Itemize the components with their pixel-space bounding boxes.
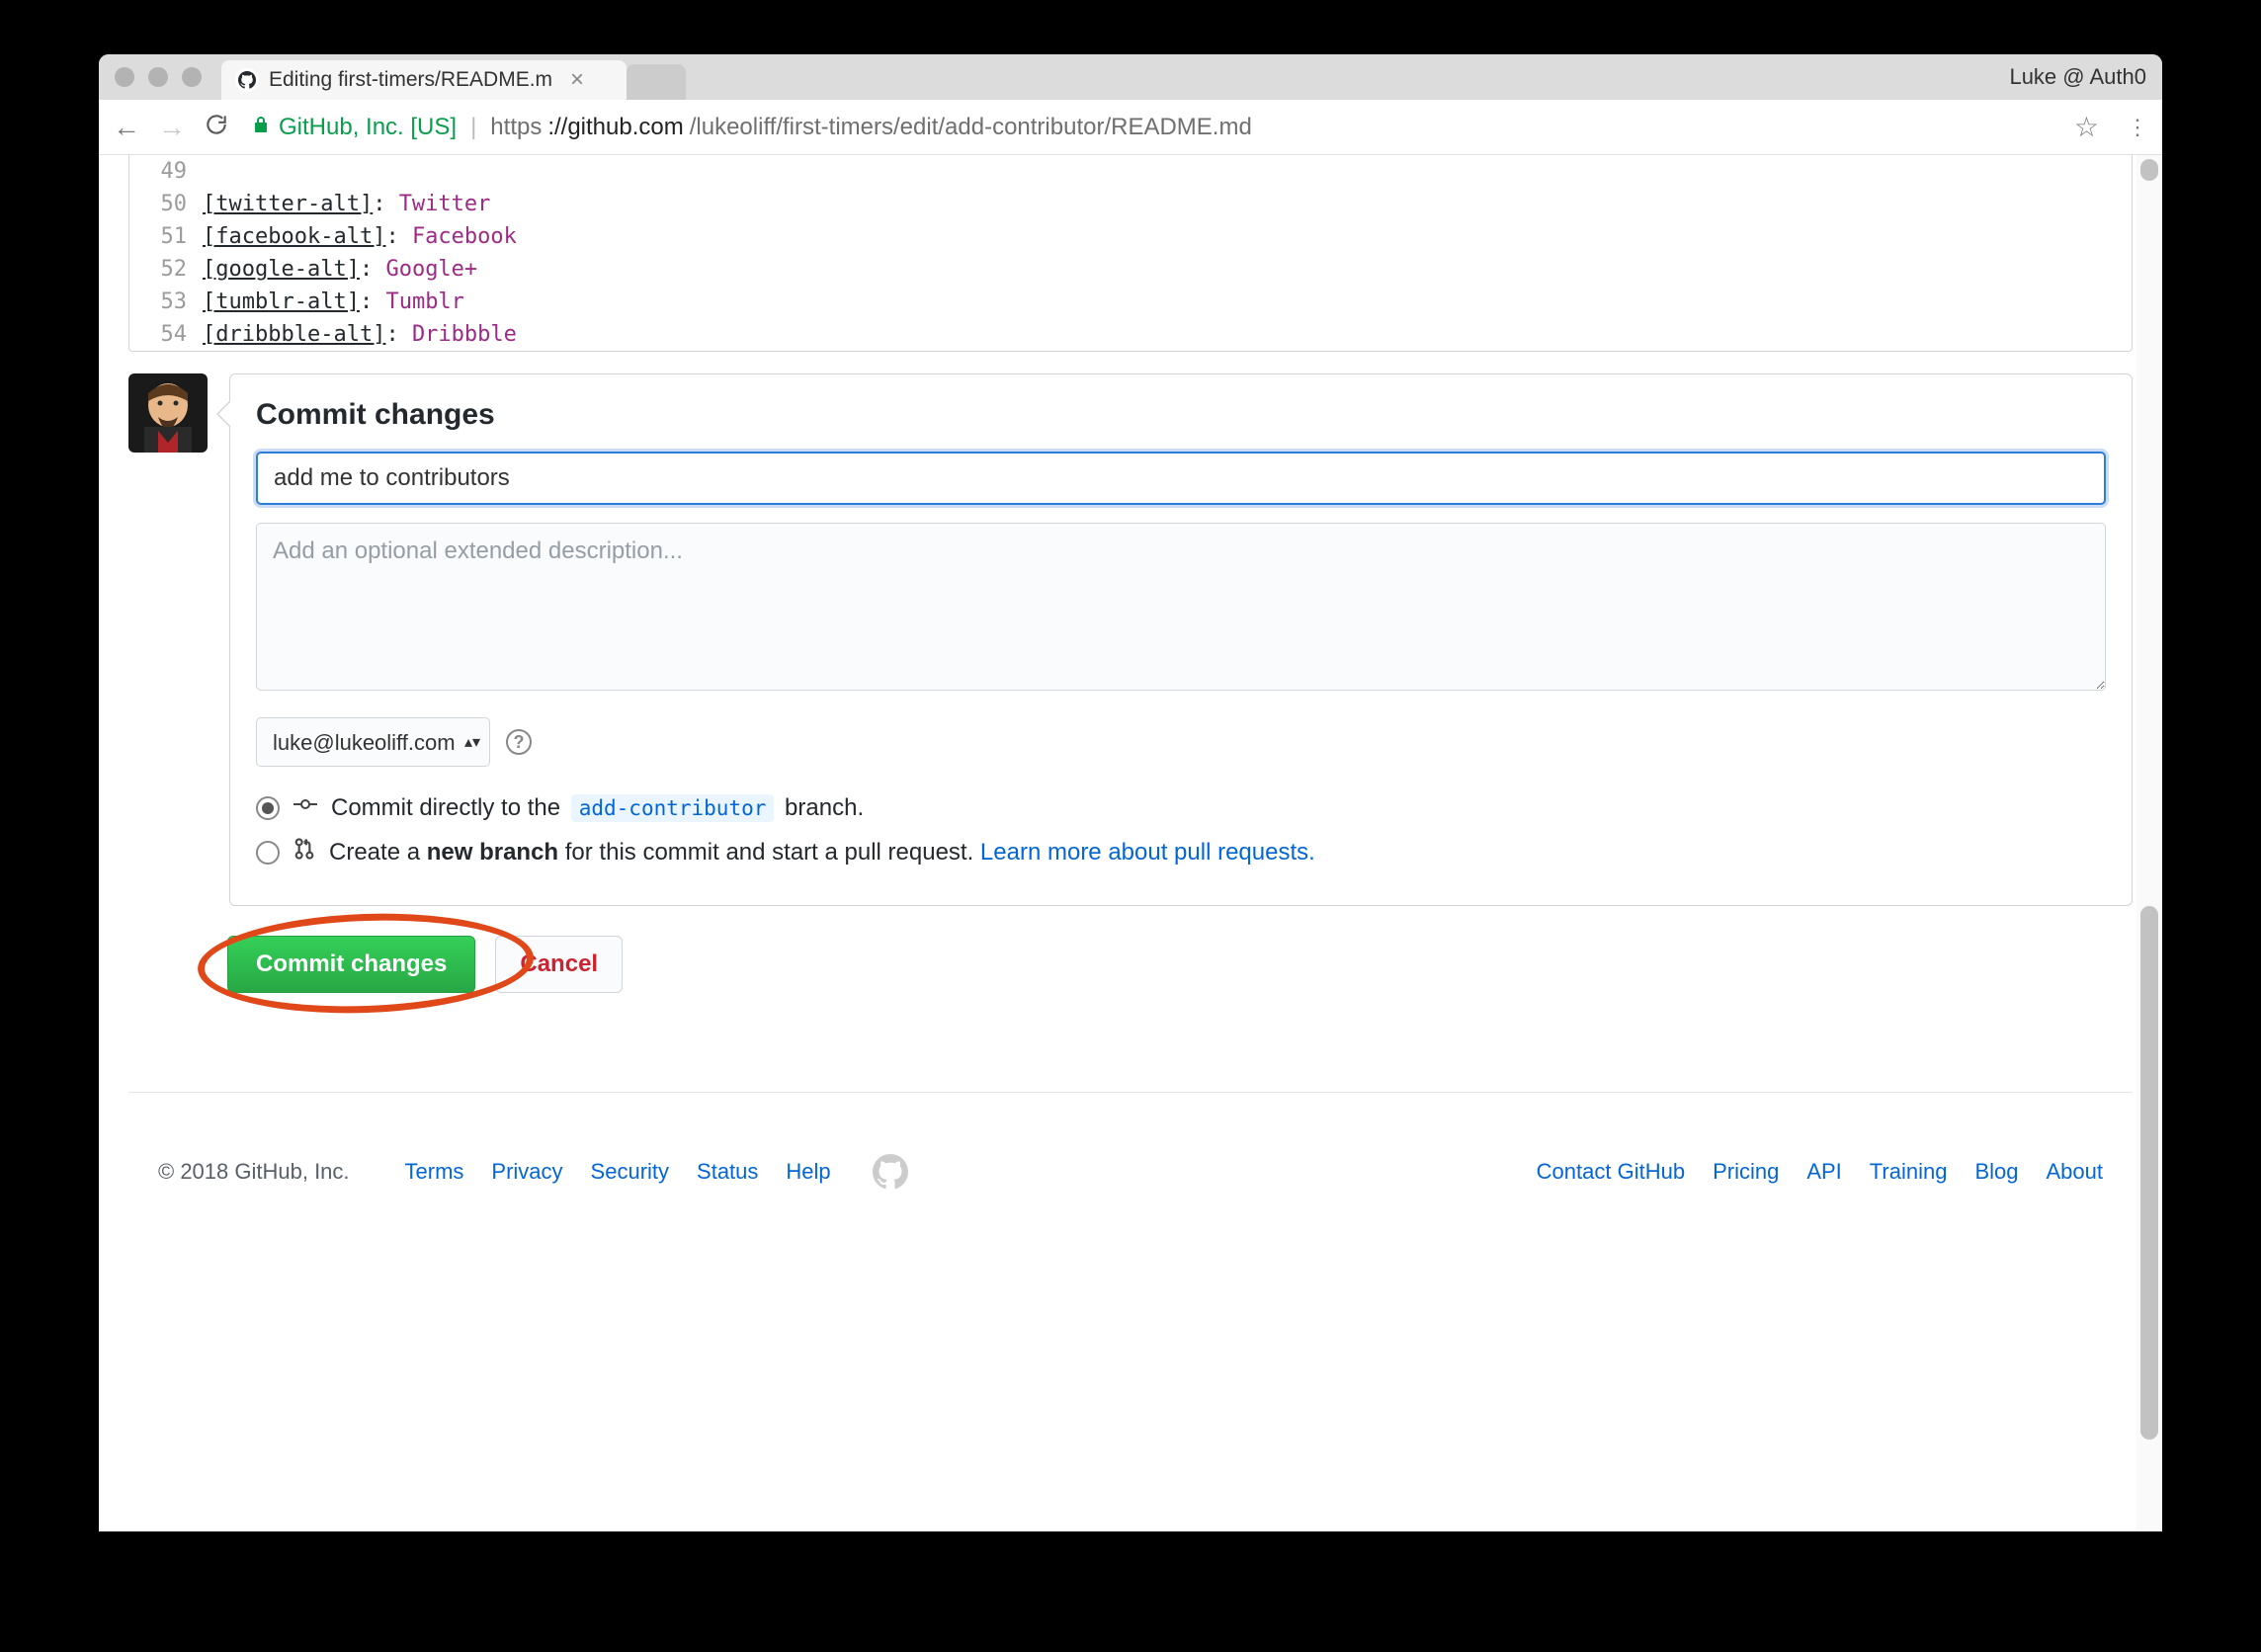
url-host: ://github.com: [547, 114, 683, 141]
line-content: [dribbble-alt]: Dribbble: [203, 318, 517, 351]
code-line[interactable]: 49: [129, 155, 2132, 188]
radio-new-text-mid: for this commit and start a pull request…: [558, 839, 980, 866]
minimize-window-icon[interactable]: [148, 67, 168, 87]
code-line[interactable]: 52[google-alt]: Google+: [129, 253, 2132, 286]
radio-new-text-strong: new branch: [427, 839, 558, 866]
radio-new-text-pre: Create a: [329, 839, 427, 866]
scrollbar-thumb[interactable]: [2140, 906, 2158, 1440]
code-line[interactable]: 53[tumblr-alt]: Tumblr: [129, 286, 2132, 318]
address-bar-row: ← → GitHub, Inc. [US] | https://github.c…: [99, 100, 2162, 155]
browser-profile-label[interactable]: Luke @ Auth0: [2009, 64, 2146, 90]
footer-link-status[interactable]: Status: [697, 1159, 758, 1184]
browser-titlebar: Editing first-timers/README.m × Luke @ A…: [99, 54, 2162, 100]
bookmark-star-icon[interactable]: ☆: [2074, 111, 2099, 143]
commit-form-heading: Commit changes: [256, 398, 2106, 432]
learn-pull-requests-link[interactable]: Learn more about pull requests.: [980, 839, 1315, 866]
nav-back-icon[interactable]: ←: [113, 112, 140, 143]
radio-direct-text-pre: Commit directly to the: [331, 794, 567, 821]
url-path: /lukeoliff/first-timers/edit/add-contrib…: [690, 114, 1252, 141]
footer-copyright: © 2018 GitHub, Inc.: [158, 1159, 350, 1185]
cancel-button[interactable]: Cancel: [495, 936, 623, 993]
commit-changes-button[interactable]: Commit changes: [227, 936, 475, 993]
line-number: 53: [129, 286, 203, 318]
github-logo-icon[interactable]: [871, 1152, 910, 1192]
radio-commit-direct[interactable]: Commit directly to the add-contributor b…: [256, 792, 2106, 823]
lock-icon: [253, 116, 269, 139]
commit-description-input[interactable]: [256, 523, 2106, 691]
commit-form: Commit changes luke@lukeoliff.com ▴▾ ?: [229, 373, 2133, 906]
line-number: 50: [129, 188, 203, 220]
radio-checked-icon: [256, 796, 280, 820]
code-line[interactable]: 51[facebook-alt]: Facebook: [129, 220, 2132, 253]
window-controls: [115, 67, 202, 87]
code-editor[interactable]: 4950[twitter-alt]: Twitter51[facebook-al…: [128, 155, 2133, 352]
branch-name-badge: add-contributor: [571, 794, 775, 822]
radio-new-branch[interactable]: Create a new branch for this commit and …: [256, 837, 2106, 867]
github-favicon-icon: [235, 68, 259, 92]
url-separator: |: [470, 114, 476, 141]
footer-link-training[interactable]: Training: [1870, 1159, 1948, 1185]
radio-direct-text-post: branch.: [778, 794, 864, 821]
line-content: [tumblr-alt]: Tumblr: [203, 286, 464, 318]
url-scheme: https: [490, 114, 542, 141]
user-avatar[interactable]: [128, 373, 208, 453]
nav-forward-icon: →: [158, 112, 186, 143]
line-number: 52: [129, 253, 203, 286]
commit-message-input[interactable]: [256, 452, 2106, 505]
footer-link-privacy[interactable]: Privacy: [491, 1159, 562, 1184]
page-footer: © 2018 GitHub, Inc. Terms Privacy Security…: [128, 1092, 2133, 1231]
code-line[interactable]: 54[dribbble-alt]: Dribbble: [129, 318, 2132, 351]
page-content: 4950[twitter-alt]: Twitter51[facebook-al…: [99, 155, 2162, 1531]
ev-certificate-label: GitHub, Inc. [US]: [279, 114, 457, 141]
tab-close-icon[interactable]: ×: [570, 66, 584, 94]
browser-window: Editing first-timers/README.m × Luke @ A…: [99, 54, 2162, 1531]
git-commit-icon: [293, 792, 317, 823]
footer-link-blog[interactable]: Blog: [1974, 1159, 2018, 1185]
browser-tab-new[interactable]: [627, 64, 686, 100]
commit-email-select[interactable]: luke@lukeoliff.com: [256, 717, 490, 767]
git-pull-request-icon: [293, 837, 315, 867]
line-number: 54: [129, 318, 203, 351]
footer-link-security[interactable]: Security: [591, 1159, 669, 1184]
scrollbar-top-marker: [2140, 159, 2158, 181]
help-icon[interactable]: ?: [506, 729, 532, 755]
footer-link-about[interactable]: About: [2047, 1159, 2104, 1185]
browser-menu-icon[interactable]: ⋮: [2127, 115, 2148, 140]
footer-link-terms[interactable]: Terms: [405, 1159, 464, 1184]
line-number: 51: [129, 220, 203, 253]
line-content: [google-alt]: Google+: [203, 253, 477, 286]
footer-link-api[interactable]: API: [1806, 1159, 1841, 1185]
address-bar[interactable]: GitHub, Inc. [US] | https://github.com/l…: [247, 114, 2047, 141]
footer-link-pricing[interactable]: Pricing: [1713, 1159, 1779, 1185]
commit-actions: Commit changes Cancel: [227, 936, 2133, 993]
maximize-window-icon[interactable]: [182, 67, 202, 87]
footer-link-contact-github[interactable]: Contact GitHub: [1537, 1159, 1685, 1185]
reload-icon[interactable]: [204, 112, 229, 142]
radio-unchecked-icon: [256, 841, 280, 865]
line-content: [facebook-alt]: Facebook: [203, 220, 517, 253]
code-line[interactable]: 50[twitter-alt]: Twitter: [129, 188, 2132, 220]
line-content: [twitter-alt]: Twitter: [203, 188, 490, 220]
scrollbar[interactable]: [2136, 155, 2162, 1531]
footer-link-help[interactable]: Help: [786, 1159, 830, 1184]
browser-tab-active[interactable]: Editing first-timers/README.m ×: [221, 60, 627, 100]
tab-title: Editing first-timers/README.m: [269, 68, 552, 92]
close-window-icon[interactable]: [115, 67, 134, 87]
line-number: 49: [129, 155, 203, 188]
